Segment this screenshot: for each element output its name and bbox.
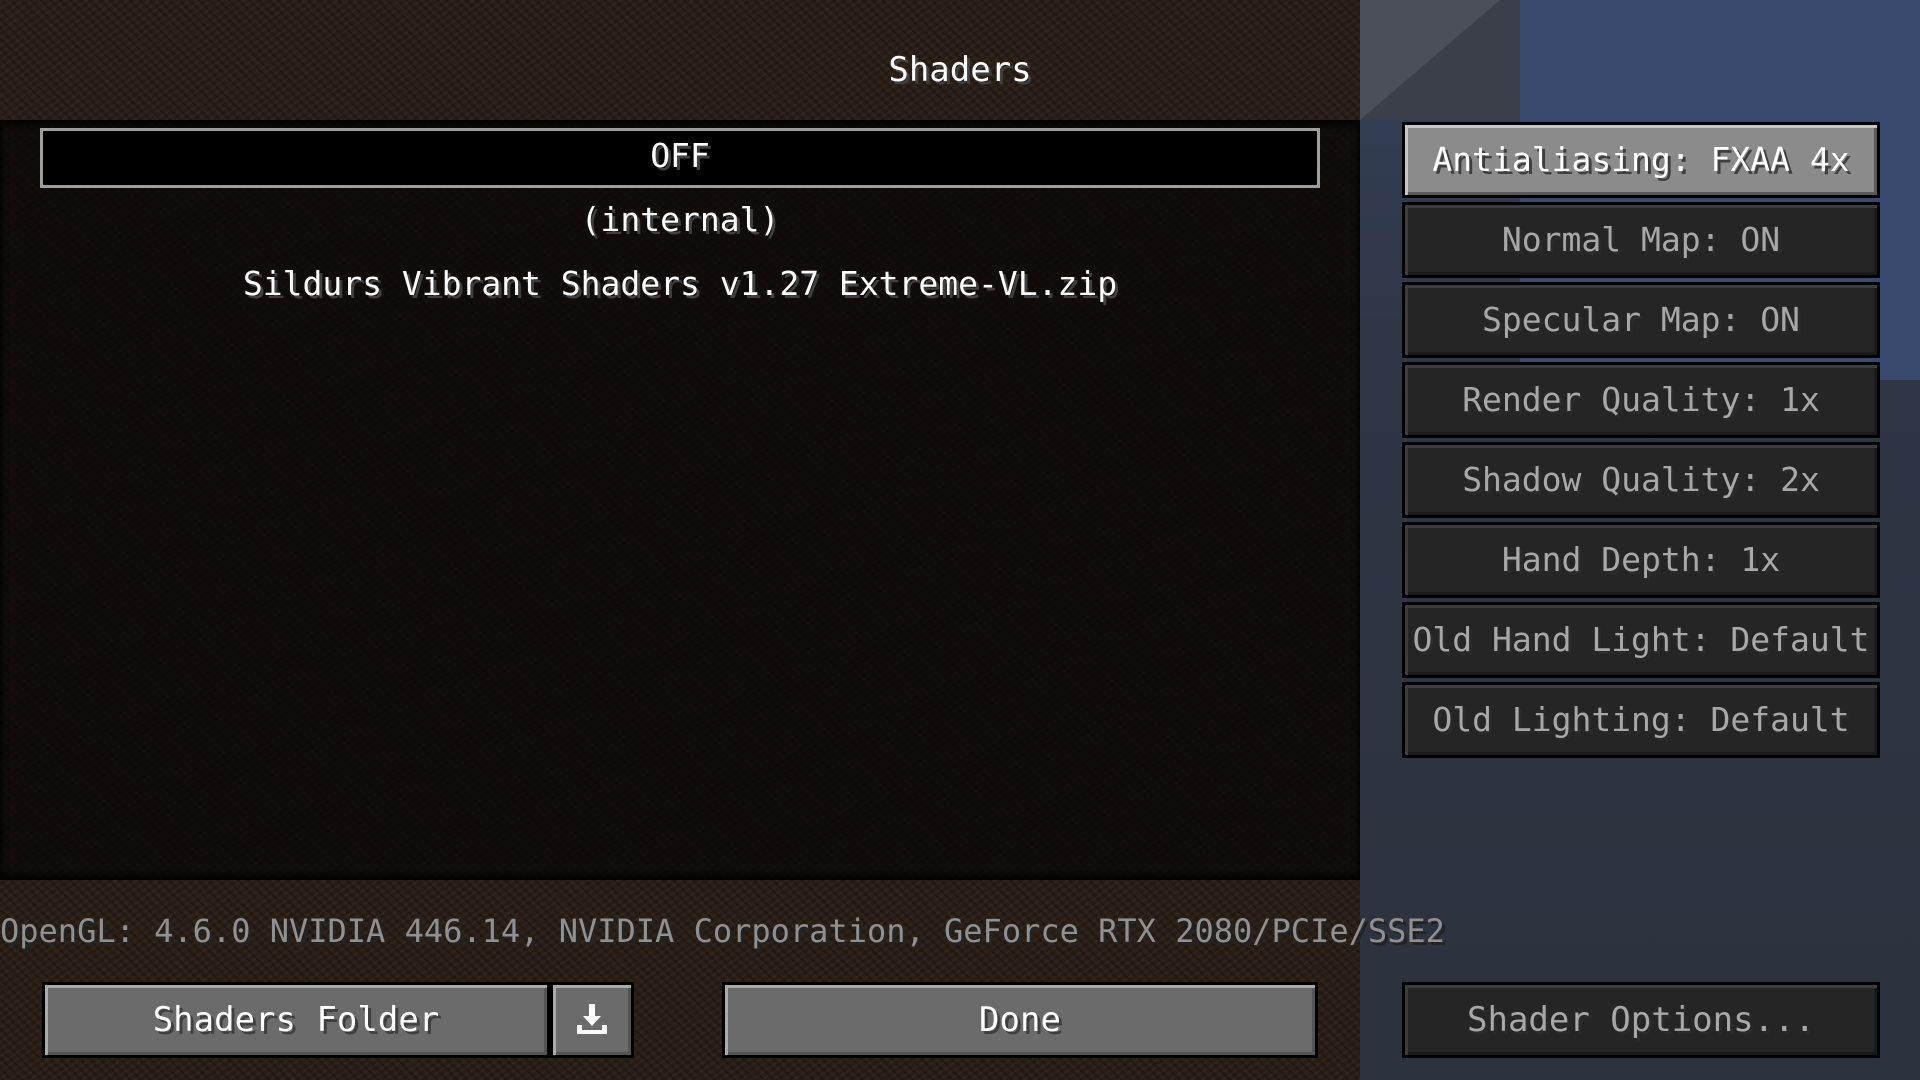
normal-map-button[interactable]: Normal Map: ON	[1402, 202, 1880, 278]
shader-item-sildurs[interactable]: Sildurs Vibrant Shaders v1.27 Extreme-VL…	[40, 254, 1320, 314]
antialiasing-button[interactable]: Antialiasing: FXAA 4x	[1402, 122, 1880, 198]
old-lighting-button[interactable]: Old Lighting: Default	[1402, 682, 1880, 758]
old-hand-light-button[interactable]: Old Hand Light: Default	[1402, 602, 1880, 678]
shader-item-off[interactable]: OFF	[40, 128, 1320, 188]
shaders-folder-button[interactable]: Shaders Folder	[42, 982, 550, 1058]
opengl-info: OpenGL: 4.6.0 NVIDIA 446.14, NVIDIA Corp…	[0, 912, 1445, 950]
download-button[interactable]	[550, 982, 634, 1058]
shader-item-internal[interactable]: (internal)	[40, 190, 1320, 250]
screen-title: Shaders	[888, 50, 1032, 90]
hand-depth-button[interactable]: Hand Depth: 1x	[1402, 522, 1880, 598]
specular-map-button[interactable]: Specular Map: ON	[1402, 282, 1880, 358]
shader-options-button[interactable]: Shader Options...	[1402, 982, 1880, 1058]
render-quality-button[interactable]: Render Quality: 1x	[1402, 362, 1880, 438]
download-icon	[574, 991, 610, 1034]
shadow-quality-button[interactable]: Shadow Quality: 2x	[1402, 442, 1880, 518]
done-button[interactable]: Done	[722, 982, 1318, 1058]
